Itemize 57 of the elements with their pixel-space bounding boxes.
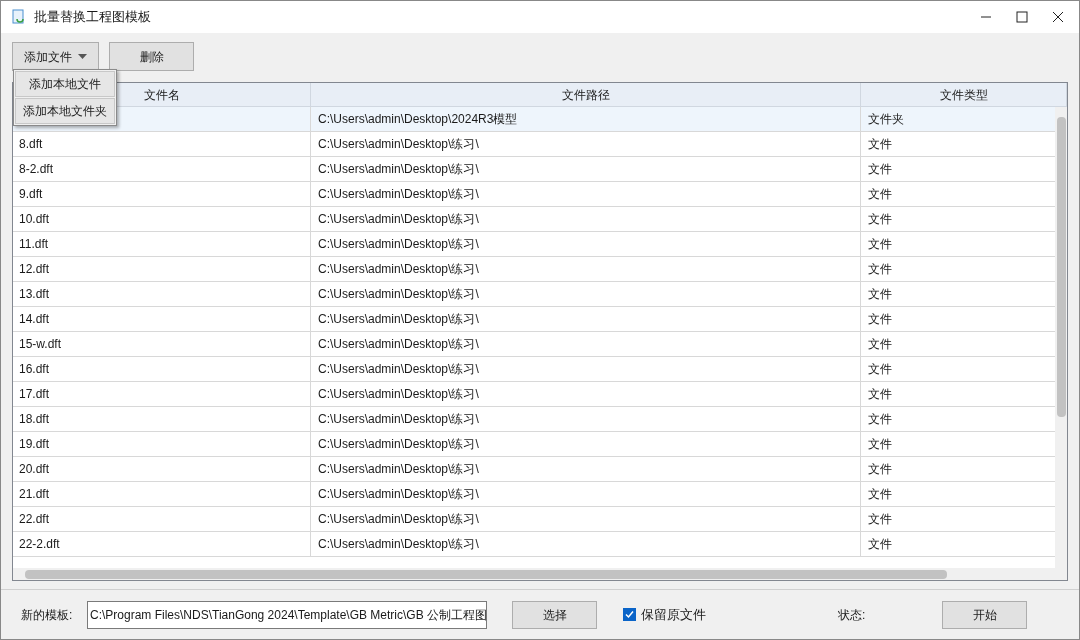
file-path-cell-text: C:\Users\admin\Desktop\练习\ (318, 386, 479, 403)
file-type-cell-text: 文件 (868, 136, 892, 153)
file-name-cell-text: 16.dft (19, 361, 50, 378)
file-path-cell-text: C:\Users\admin\Desktop\练习\ (318, 311, 479, 328)
file-type-cell-text: 文件 (868, 261, 892, 278)
file-name-cell-text: 13.dft (19, 286, 50, 303)
file-path-cell-text: C:\Users\admin\Desktop\练习\ (318, 536, 479, 553)
file-path-cell-text: C:\Users\admin\Desktop\练习\ (318, 186, 479, 203)
file-type-cell-text: 文件 (868, 361, 892, 378)
file-name-cell-text: 22-2.dft (19, 536, 60, 553)
file-type-cell-text: 文件 (868, 511, 892, 528)
file-type-cell-text: 文件 (868, 486, 892, 503)
file-path-cell-text: C:\Users\admin\Desktop\练习\ (318, 236, 479, 253)
file-path-cell-text: C:\Users\admin\Desktop\练习\ (318, 261, 479, 278)
file-type-cell-text: 文件 (868, 336, 892, 353)
window-title: 批量替换工程图模板 (34, 8, 151, 27)
file-name-cell-text: 18.dft (19, 411, 50, 428)
file-type-cell-text: 文件 (868, 386, 892, 403)
file-path-cell-text: C:\Users\admin\Desktop\练习\ (318, 486, 479, 503)
file-name-cell-text: 19.dft (19, 436, 50, 453)
file-name-cell-text: 8-2.dft (19, 161, 54, 178)
file-name-cell-text: 20.dft (19, 461, 50, 478)
file-name-cell-text: 14.dft (19, 311, 50, 328)
file-type-cell-text: 文件 (868, 161, 892, 178)
file-name-cell-text: 10.dft (19, 211, 50, 228)
file-type-cell-text: 文件夹 (868, 111, 904, 128)
status-label: 状态: (838, 606, 866, 624)
file-path-cell-text: C:\Users\admin\Desktop\练习\ (318, 336, 479, 353)
file-name-cell-text: 11.dft (19, 236, 49, 253)
file-path-cell-text: C:\Users\admin\Desktop\练习\ (318, 161, 479, 178)
template-label: 新的模板: (21, 606, 74, 624)
file-type-cell-text: 文件 (868, 411, 892, 428)
file-path-cell-text: C:\Users\admin\Desktop\2024R3模型 (318, 111, 518, 128)
file-type-cell-text: 文件 (868, 461, 892, 478)
file-path-cell-text: C:\Users\admin\Desktop\练习\ (318, 286, 479, 303)
file-path-cell-text: C:\Users\admin\Desktop\练习\ (318, 511, 479, 528)
file-type-cell-text: 文件 (868, 311, 892, 328)
file-path-cell-text: C:\Users\admin\Desktop\练习\ (318, 211, 479, 228)
file-type-cell-text: 文件 (868, 236, 892, 253)
file-name-cell-text: 9.dft (19, 186, 43, 203)
file-path-cell-text: C:\Users\admin\Desktop\练习\ (318, 411, 479, 428)
file-name-cell-text: 15-w.dft (19, 336, 62, 353)
file-path-cell-text: C:\Users\admin\Desktop\练习\ (318, 436, 479, 453)
file-type-cell-text: 文件 (868, 436, 892, 453)
file-name-cell-text: 12.dft (19, 261, 50, 278)
file-type-cell-text: 文件 (868, 286, 892, 303)
file-type-cell-text: 文件 (868, 186, 892, 203)
file-type-cell-text: 文件 (868, 211, 892, 228)
file-path-cell-text: C:\Users\admin\Desktop\练习\ (318, 136, 479, 153)
file-path-cell-text: C:\Users\admin\Desktop\练习\ (318, 361, 479, 378)
file-path-cell-text: C:\Users\admin\Desktop\练习\ (318, 461, 479, 478)
file-name-cell-text: 17.dft (19, 386, 50, 403)
keep-original-label: 保留原文件 (641, 605, 706, 624)
file-name-cell-text: 22.dft (19, 511, 50, 528)
file-name-cell-text: 8.dft (19, 136, 43, 153)
file-name-cell-text: 21.dft (19, 486, 50, 503)
file-type-cell-text: 文件 (868, 536, 892, 553)
